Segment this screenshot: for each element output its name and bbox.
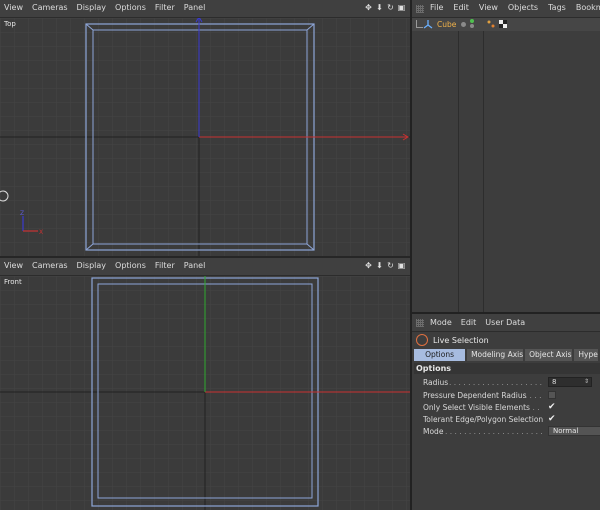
menu-cameras[interactable]: Cameras — [32, 3, 68, 12]
tab-hype[interactable]: Hype — [574, 349, 598, 361]
viewport-top[interactable]: View Cameras Display Options Filter Pane… — [0, 0, 410, 256]
cube-icon — [423, 20, 433, 29]
menu-edit[interactable]: Edit — [461, 318, 477, 327]
object-name[interactable]: Cube — [437, 20, 456, 29]
object-list[interactable]: Cube — [412, 18, 600, 312]
menu-view[interactable]: View — [4, 261, 23, 270]
svg-text:X: X — [39, 229, 43, 236]
active-tool-header: Live Selection — [414, 333, 600, 347]
menu-edit[interactable]: Edit — [453, 3, 469, 12]
phong-tag-icon[interactable] — [487, 20, 495, 28]
param-only-visible: Only Select Visible Elements . . . . ✔ — [423, 402, 556, 413]
render-visibility-dot[interactable] — [470, 24, 474, 28]
tool-name: Live Selection — [433, 336, 489, 345]
tab-modeling-axis[interactable]: Modeling Axis — [467, 349, 524, 361]
menu-user-data[interactable]: User Data — [485, 318, 525, 327]
param-pressure-dependent-radius: Pressure Dependent Radius . . . . . — [423, 390, 600, 401]
param-label: Radius — [423, 378, 449, 387]
tolerant-checkbox[interactable]: ✔ — [548, 415, 556, 424]
param-label: Only Select Visible Elements — [423, 403, 530, 412]
maximize-icon[interactable]: ▣ — [397, 261, 406, 271]
only-visible-checkbox[interactable]: ✔ — [548, 403, 556, 412]
menu-panel[interactable]: Panel — [184, 3, 206, 12]
param-radius: Radius . . . . . . . . . . . . . . . . .… — [423, 377, 600, 388]
menu-view[interactable]: View — [479, 3, 498, 12]
param-label: Pressure Dependent Radius — [423, 391, 527, 400]
viewport-front-label: Front — [4, 278, 22, 286]
menu-options[interactable]: Options — [115, 261, 146, 270]
menu-cameras[interactable]: Cameras — [32, 261, 68, 270]
menu-panel[interactable]: Panel — [184, 261, 206, 270]
zoom-icon[interactable]: ⬇ — [375, 261, 384, 271]
viewport-top-menubar: View Cameras Display Options Filter Pane… — [0, 0, 410, 18]
viewport-top-canvas[interactable]: Z X — [0, 18, 410, 256]
menu-display[interactable]: Display — [77, 261, 107, 270]
editor-visibility-dot[interactable] — [461, 22, 466, 27]
param-tolerant-selection: Tolerant Edge/Polygon Selection ✔ — [423, 414, 600, 425]
menu-filter[interactable]: Filter — [155, 3, 175, 12]
enabled-check-icon[interactable] — [470, 19, 474, 23]
live-selection-icon — [416, 334, 428, 346]
maximize-icon[interactable]: ▣ — [397, 3, 406, 13]
viewport-front-canvas[interactable] — [0, 276, 410, 510]
attribute-manager-menubar: Mode Edit User Data — [412, 314, 600, 332]
object-manager-menubar: File Edit View Objects Tags Bookmarks — [412, 0, 600, 18]
menu-options[interactable]: Options — [115, 3, 146, 12]
object-row-cube[interactable]: Cube — [412, 18, 600, 31]
rotate-icon[interactable]: ↻ — [386, 261, 395, 271]
section-title: Options — [416, 364, 452, 373]
move-icon[interactable]: ✥ — [364, 261, 373, 271]
move-icon[interactable]: ✥ — [364, 3, 373, 13]
tree-branch-icon — [416, 20, 423, 28]
viewport-front[interactable]: View Cameras Display Options Filter Pane… — [0, 256, 410, 510]
viewport-front-menubar: View Cameras Display Options Filter Pane… — [0, 258, 410, 276]
menu-view[interactable]: View — [4, 3, 23, 12]
mode-dropdown[interactable]: Normal — [548, 426, 600, 436]
zoom-icon[interactable]: ⬇ — [375, 3, 384, 13]
object-manager: File Edit View Objects Tags Bookmarks Cu… — [412, 0, 600, 312]
rotate-icon[interactable]: ↻ — [386, 3, 395, 13]
menu-display[interactable]: Display — [77, 3, 107, 12]
section-header[interactable]: Options — [414, 363, 600, 374]
tab-options[interactable]: Options — [414, 349, 466, 361]
radius-input[interactable]: 8 ⇕ — [548, 377, 592, 387]
attribute-manager: Mode Edit User Data Live Selection Optio… — [412, 314, 600, 510]
viewport-top-label: Top — [4, 20, 16, 28]
stepper-arrows-icon[interactable]: ⇕ — [584, 378, 589, 385]
tab-object-axis[interactable]: Object Axis — [525, 349, 573, 361]
menu-file[interactable]: File — [430, 3, 443, 12]
svg-text:Z: Z — [20, 210, 24, 217]
menu-tags[interactable]: Tags — [548, 3, 566, 12]
param-label: Mode — [423, 427, 444, 436]
param-mode: Mode . . . . . . . . . . . . . . . . . .… — [423, 426, 600, 437]
param-label: Tolerant Edge/Polygon Selection — [423, 415, 544, 424]
texture-tag-icon[interactable] — [499, 20, 507, 28]
menu-objects[interactable]: Objects — [508, 3, 538, 12]
attribute-tabs: Options Modeling Axis Object Axis Hype — [414, 349, 600, 361]
menu-bookmarks[interactable]: Bookmarks — [576, 3, 600, 12]
panel-grip-icon[interactable] — [416, 319, 424, 327]
menu-filter[interactable]: Filter — [155, 261, 175, 270]
menu-mode[interactable]: Mode — [430, 318, 452, 327]
pressure-checkbox[interactable] — [548, 391, 556, 399]
panel-grip-icon[interactable] — [416, 5, 424, 13]
